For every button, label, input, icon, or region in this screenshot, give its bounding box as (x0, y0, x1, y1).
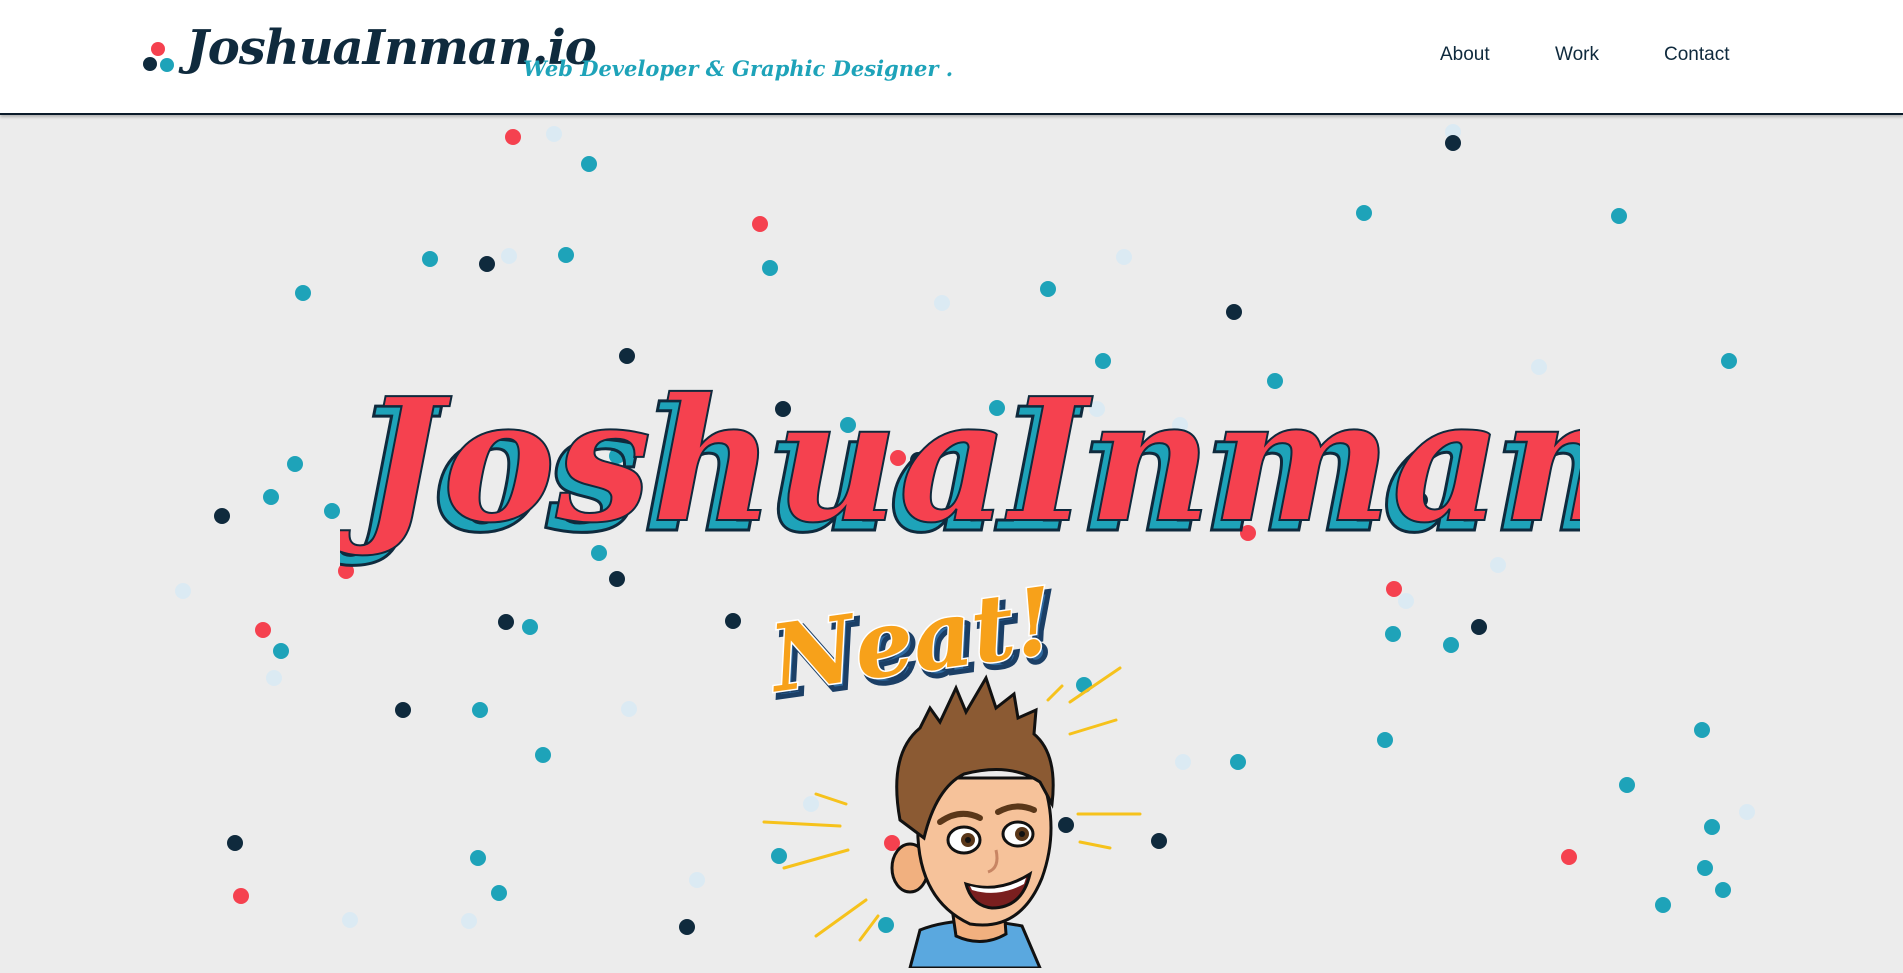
nav-work[interactable]: Work (1555, 44, 1599, 66)
bitmoji-graphic: Neat! Neat! (759, 565, 1142, 970)
neat-lettering: Neat! Neat! (759, 565, 1068, 721)
site-tagline: Web Developer & Graphic Designer . (523, 56, 954, 81)
hero-title: JoshuaInman.io JoshuaInman.io (324, 348, 1864, 573)
site-header: JoshuaInman.io Web Developer & Graphic D… (0, 0, 1903, 115)
logo-dots-icon[interactable] (143, 40, 175, 76)
hero-title-graphic: JoshuaInman.io JoshuaInman.io (324, 360, 1864, 573)
neat-text: Neat! (761, 578, 1061, 714)
nav-contact[interactable]: Contact (1664, 44, 1729, 66)
nav-about[interactable]: About (1440, 44, 1490, 66)
hero-title-text: JoshuaInman.io (340, 361, 1580, 561)
bitmoji-neat-sticker: Neat! Neat! (759, 565, 1150, 970)
